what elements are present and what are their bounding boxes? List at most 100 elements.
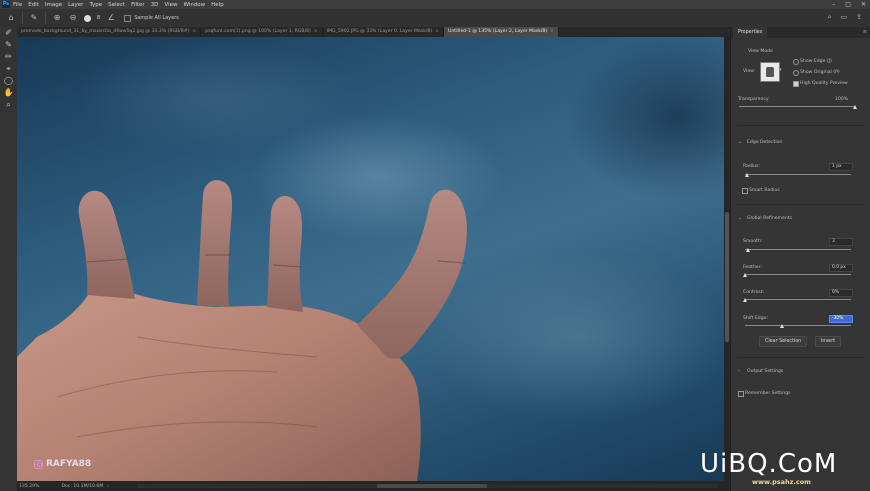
clear-selection-button[interactable]: Clear Selection [759,336,808,347]
refine-brush-icon[interactable]: ✎ [29,13,39,23]
chevron-down-icon[interactable]: ⌄ [738,139,742,145]
tab-label: premade_background_31_by_maiarcita_d6ww5… [21,29,190,34]
status-bar: 135.29% Doc: 10.3M/10.6M › [17,481,730,491]
quick-selection-tool-icon[interactable]: ✐ [0,27,17,39]
angle-icon[interactable]: ∠ [106,13,116,23]
instagram-watermark: RAFYA88 [34,459,91,469]
shift-edge-slider-thumb[interactable] [780,324,785,328]
maximize-button[interactable]: □ [845,0,851,9]
chevron-down-icon[interactable]: ▾ [779,67,782,73]
close-icon[interactable]: × [550,29,554,34]
menu-3d[interactable]: 3D [151,2,159,8]
menu-file[interactable]: File [13,2,22,8]
site-watermark-sub: www.psahz.com [752,478,811,486]
share-icon[interactable]: ⇪ [856,13,862,22]
zoom-tool-icon[interactable]: ⌕ [0,99,17,111]
sample-all-layers-checkbox[interactable] [124,14,132,22]
radius-label: Radius: [743,164,760,169]
radius-slider-thumb[interactable] [745,173,750,177]
shift-edge-slider[interactable] [745,325,851,326]
window-controls: – □ ✕ [832,0,866,9]
lasso-tool-icon[interactable]: ◯ [0,75,17,87]
horizontal-scrollbar[interactable] [137,484,717,488]
workspace-icon[interactable]: ▭ [841,13,848,22]
radius-slider[interactable] [745,174,851,175]
tab-psqfunt[interactable]: psqfunt.com(1).png @ 100% (Layer 1, RGB/… [201,27,323,37]
brush-tool-icon[interactable]: ✏ [0,51,17,63]
transparency-slider[interactable] [739,106,855,107]
close-icon[interactable]: × [314,29,318,34]
show-edge-label: Show Edge (J) [800,59,832,64]
close-button[interactable]: ✕ [861,0,866,9]
sample-all-layers-label: Sample All Layers [134,15,179,21]
divider [22,12,23,24]
brush-size[interactable]: 8 [97,15,100,21]
hand-tool-icon[interactable]: ✋ [0,87,17,99]
search-icon[interactable]: ⌕ [828,13,832,22]
document-canvas[interactable]: RAFYA88 [17,37,724,481]
smart-radius-checkbox[interactable] [742,188,748,194]
menu-type[interactable]: Type [89,2,102,8]
contrast-slider-thumb[interactable] [743,298,747,302]
scrollbar-thumb[interactable] [725,212,729,342]
divider [737,204,865,205]
tab-untitled-1[interactable]: Untitled-1 @ 135% (Layer 2, Layer Mask/8… [444,27,559,37]
transparency-slider-thumb[interactable] [853,105,857,109]
radius-field[interactable]: 1 px [829,163,853,171]
menu-view[interactable]: View [164,2,177,8]
shift-edge-field[interactable]: -30% [829,315,853,323]
panel-menu-icon[interactable]: ≡ [863,29,867,35]
options-bar: ⌂ ✎ ⊕ ⊖ 8 ∠ Sample All Layers ⌕ ▭ ⇪ [0,9,870,28]
transparency-value[interactable]: 100% [835,97,848,102]
home-icon[interactable]: ⌂ [6,13,16,23]
chevron-right-icon[interactable]: › [738,368,740,374]
status-chevron-icon[interactable]: › [107,484,109,489]
menu-help[interactable]: Help [211,2,224,8]
scrollbar-thumb[interactable] [377,484,487,488]
instagram-icon [34,459,43,469]
menu-edit[interactable]: Edit [28,2,39,8]
document-tabs: premade_background_31_by_maiarcita_d6ww5… [17,27,728,37]
divider [737,357,865,358]
high-quality-checkbox[interactable] [793,81,799,87]
show-original-radio[interactable] [793,70,799,76]
smart-radius-label: Smart Radius [749,188,780,193]
feather-slider[interactable] [745,274,851,275]
tab-properties[interactable]: Properties [733,27,768,38]
contrast-slider[interactable] [745,299,851,300]
close-icon[interactable]: × [192,29,196,34]
chevron-down-icon[interactable]: ⌄ [738,215,742,221]
tab-background[interactable]: premade_background_31_by_maiarcita_d6ww5… [17,27,202,37]
minimize-button[interactable]: – [832,0,835,9]
output-settings-title: Output Settings [747,369,784,374]
smooth-slider[interactable] [745,249,851,250]
edge-detection-title: Edge Detection [747,140,783,145]
options-right-icons: ⌕ ▭ ⇪ [828,13,862,22]
feather-slider-thumb[interactable] [743,273,747,277]
contrast-field[interactable]: 0% [829,289,853,297]
smooth-field[interactable]: 3 [829,238,853,246]
zoom-level[interactable]: 135.29% [19,484,39,489]
tab-img-5902[interactable]: IMG_5902.JPG @ 33% (Layer 0, Layer Mask/… [323,27,445,37]
view-mode-thumbnail[interactable] [760,62,780,82]
subtract-mode-icon[interactable]: ⊖ [68,13,78,23]
object-selection-icon[interactable]: ⌖ [0,63,17,75]
close-icon[interactable]: × [435,29,439,34]
remember-settings-checkbox[interactable] [738,391,744,397]
menu-image[interactable]: Image [45,2,62,8]
menu-window[interactable]: Window [183,2,205,8]
refine-edge-brush-icon[interactable]: ✎ [0,39,17,51]
add-mode-icon[interactable]: ⊕ [52,13,62,23]
menu-filter[interactable]: Filter [131,2,145,8]
panel-tab-bar: Properties ≡ [731,27,870,38]
menu-select[interactable]: Select [108,2,125,8]
invert-button[interactable]: Invert [815,336,842,347]
divider [45,12,46,24]
smooth-slider-thumb[interactable] [746,248,751,252]
doc-size[interactable]: Doc: 10.3M/10.6M [61,484,103,489]
brush-preset-icon[interactable] [84,14,91,22]
feather-label: Feather: [743,265,762,270]
show-edge-radio[interactable] [793,59,799,65]
feather-field[interactable]: 0.0 px [829,264,853,272]
menu-layer[interactable]: Layer [68,2,83,8]
